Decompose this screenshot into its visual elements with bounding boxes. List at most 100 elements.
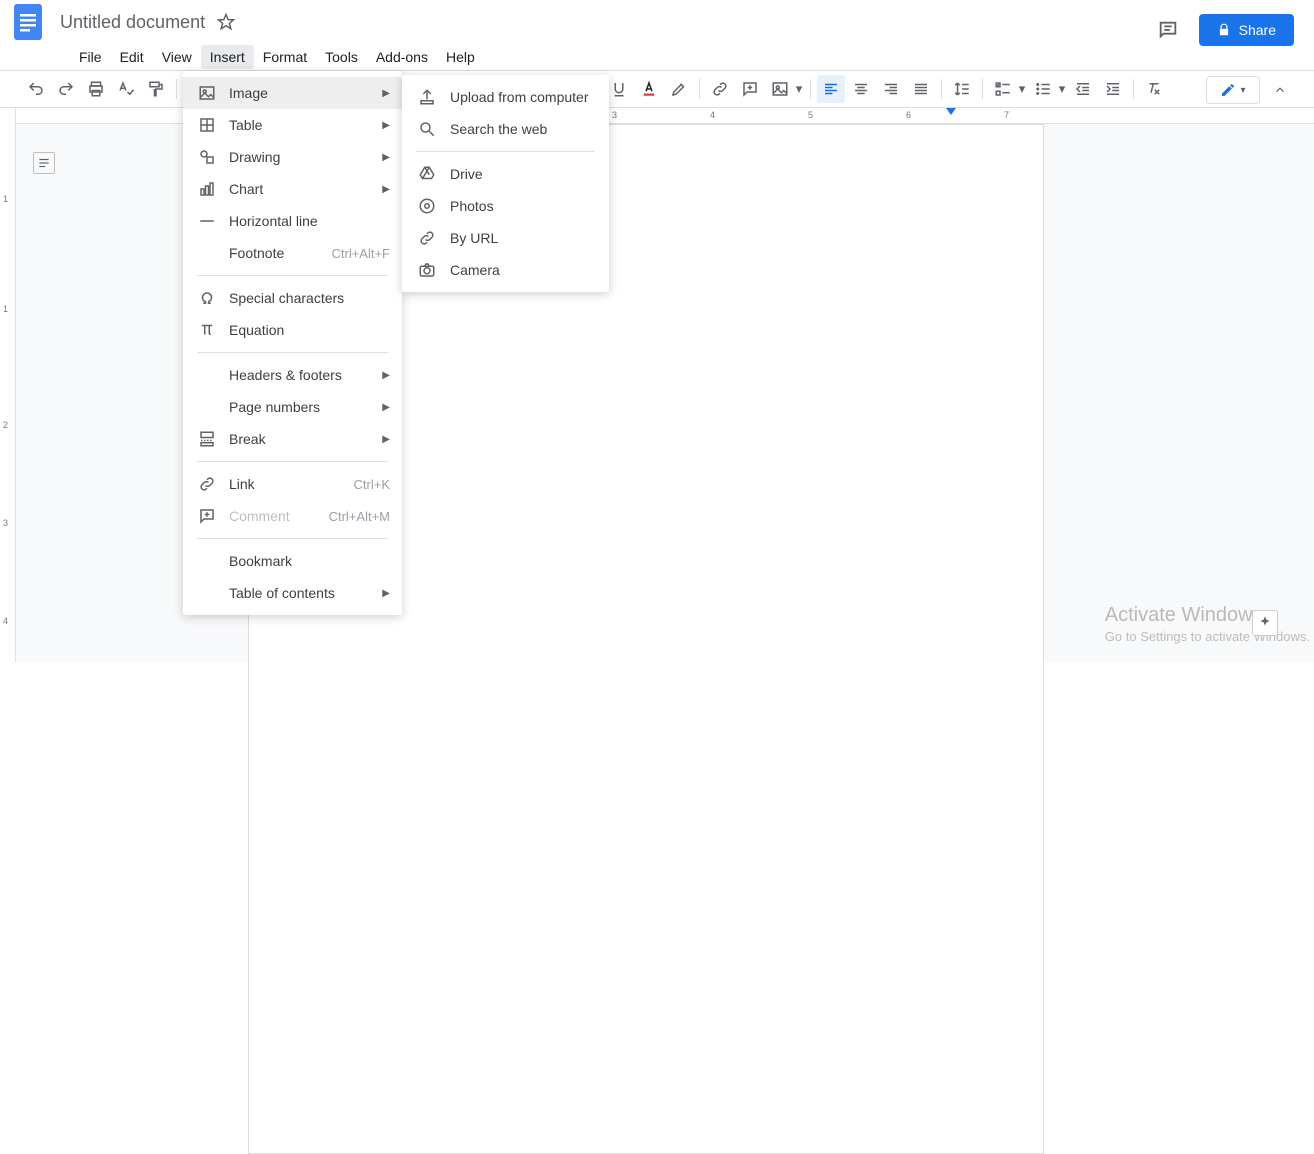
- add-comment-button[interactable]: [736, 75, 764, 103]
- star-icon[interactable]: [217, 13, 235, 31]
- ruler-tick: 1: [3, 194, 8, 204]
- align-center-button[interactable]: [847, 75, 875, 103]
- share-label: Share: [1239, 22, 1276, 38]
- chevron-down-icon: ▾: [1240, 85, 1245, 96]
- decrease-indent-button[interactable]: [1069, 75, 1097, 103]
- menu-bar: FileEditViewInsertFormatToolsAdd-onsHelp: [0, 44, 1314, 70]
- comment-icon: [195, 507, 219, 525]
- ruler-tick: 7: [1004, 110, 1009, 120]
- insert-image[interactable]: Image▶: [183, 77, 402, 109]
- menu-item-label: Page numbers: [229, 399, 382, 415]
- align-left-button[interactable]: [817, 75, 845, 103]
- docs-logo[interactable]: [8, 2, 48, 42]
- paint-format-button[interactable]: [142, 75, 170, 103]
- increase-indent-button[interactable]: [1099, 75, 1127, 103]
- insert-comment[interactable]: CommentCtrl+Alt+M: [183, 500, 402, 532]
- align-right-button[interactable]: [877, 75, 905, 103]
- menu-edit[interactable]: Edit: [111, 45, 153, 69]
- text-color-button[interactable]: [635, 75, 663, 103]
- vertical-ruler[interactable]: 1 1 2 3 4: [0, 108, 16, 662]
- menu-item-label: Comment: [229, 508, 329, 524]
- insert-horizontal-line[interactable]: Horizontal line: [183, 205, 402, 237]
- insert-break[interactable]: Break▶: [183, 423, 402, 455]
- photos-icon: [416, 197, 438, 215]
- submenu-item-label: Search the web: [450, 121, 547, 137]
- image-upload-from-computer[interactable]: Upload from computer: [402, 81, 609, 113]
- menu-help[interactable]: Help: [437, 45, 484, 69]
- watermark-subtitle: Go to Settings to activate Windows.: [1105, 629, 1310, 644]
- menu-item-label: Horizontal line: [229, 213, 390, 229]
- submenu-arrow-icon: ▶: [382, 434, 390, 445]
- menu-format[interactable]: Format: [254, 45, 316, 69]
- insert-link[interactable]: LinkCtrl+K: [183, 468, 402, 500]
- clear-formatting-button[interactable]: [1140, 75, 1168, 103]
- insert-chart[interactable]: Chart▶: [183, 173, 402, 205]
- image-photos[interactable]: Photos: [402, 190, 609, 222]
- spellcheck-button[interactable]: [112, 75, 140, 103]
- menu-insert[interactable]: Insert: [201, 45, 254, 69]
- search-icon: [416, 120, 438, 138]
- insert-drawing[interactable]: Drawing▶: [183, 141, 402, 173]
- explore-button[interactable]: [1252, 610, 1278, 636]
- menu-item-label: Break: [229, 431, 382, 447]
- break-icon: [195, 430, 219, 448]
- line-spacing-button[interactable]: [948, 75, 976, 103]
- ruler-tick: 3: [3, 518, 8, 528]
- table-icon: [195, 116, 219, 134]
- submenu-item-label: Photos: [450, 198, 494, 214]
- checklist-button[interactable]: ▾: [989, 75, 1027, 103]
- menu-item-label: Drawing: [229, 149, 382, 165]
- image-camera[interactable]: Camera: [402, 254, 609, 286]
- insert-page-numbers[interactable]: Page numbers▶: [183, 391, 402, 423]
- ruler-tick: 4: [3, 616, 8, 626]
- insert-table-of-contents[interactable]: Table of contents▶: [183, 577, 402, 609]
- bulleted-list-button[interactable]: ▾: [1029, 75, 1067, 103]
- image-search-the-web[interactable]: Search the web: [402, 113, 609, 145]
- show-outline-button[interactable]: [33, 152, 55, 174]
- menu-view[interactable]: View: [153, 45, 201, 69]
- submenu-item-label: Camera: [450, 262, 500, 278]
- insert-headers-footers[interactable]: Headers & footers▶: [183, 359, 402, 391]
- undo-button[interactable]: [22, 75, 50, 103]
- insert-image-toolbar[interactable]: ▾: [766, 75, 804, 103]
- editing-mode-button[interactable]: ▾: [1206, 76, 1260, 104]
- insert-table[interactable]: Table▶: [183, 109, 402, 141]
- submenu-arrow-icon: ▶: [382, 184, 390, 195]
- redo-button[interactable]: [52, 75, 80, 103]
- insert-menu-dropdown: Image▶Table▶Drawing▶Chart▶Horizontal lin…: [183, 71, 402, 615]
- insert-footnote[interactable]: FootnoteCtrl+Alt+F: [183, 237, 402, 269]
- collapse-toolbar-button[interactable]: [1266, 76, 1294, 104]
- submenu-arrow-icon: ▶: [382, 370, 390, 381]
- shortcut-label: Ctrl+Alt+M: [329, 509, 390, 524]
- underline-button[interactable]: [605, 75, 633, 103]
- drawing-icon: [195, 148, 219, 166]
- ruler-tick: 5: [808, 110, 813, 120]
- insert-bookmark[interactable]: Bookmark: [183, 545, 402, 577]
- menu-tools[interactable]: Tools: [316, 45, 367, 69]
- menu-add-ons[interactable]: Add-ons: [367, 45, 437, 69]
- submenu-arrow-icon: ▶: [382, 402, 390, 413]
- print-button[interactable]: [82, 75, 110, 103]
- hr-icon: [195, 212, 219, 230]
- ruler-tick: 4: [710, 110, 715, 120]
- align-justify-button[interactable]: [907, 75, 935, 103]
- url-icon: [416, 229, 438, 247]
- shortcut-label: Ctrl+Alt+F: [331, 246, 390, 261]
- title-bar: Untitled document Share: [0, 0, 1314, 44]
- highlight-color-button[interactable]: [665, 75, 693, 103]
- image-by-url[interactable]: By URL: [402, 222, 609, 254]
- insert-equation[interactable]: Equation: [183, 314, 402, 346]
- menu-file[interactable]: File: [70, 45, 111, 69]
- ruler-tick: 1: [3, 304, 8, 314]
- chart-icon: [195, 180, 219, 198]
- submenu-arrow-icon: ▶: [382, 88, 390, 99]
- open-comments-button[interactable]: [1155, 17, 1181, 43]
- insert-special-characters[interactable]: Special characters: [183, 282, 402, 314]
- menu-item-label: Special characters: [229, 290, 390, 306]
- document-title[interactable]: Untitled document: [54, 10, 211, 35]
- image-drive[interactable]: Drive: [402, 158, 609, 190]
- margin-marker-icon[interactable]: [946, 108, 956, 115]
- insert-link-button[interactable]: [706, 75, 734, 103]
- windows-activation-overlay: Activate Windows Go to Settings to activ…: [1105, 604, 1310, 644]
- share-button[interactable]: Share: [1199, 14, 1294, 46]
